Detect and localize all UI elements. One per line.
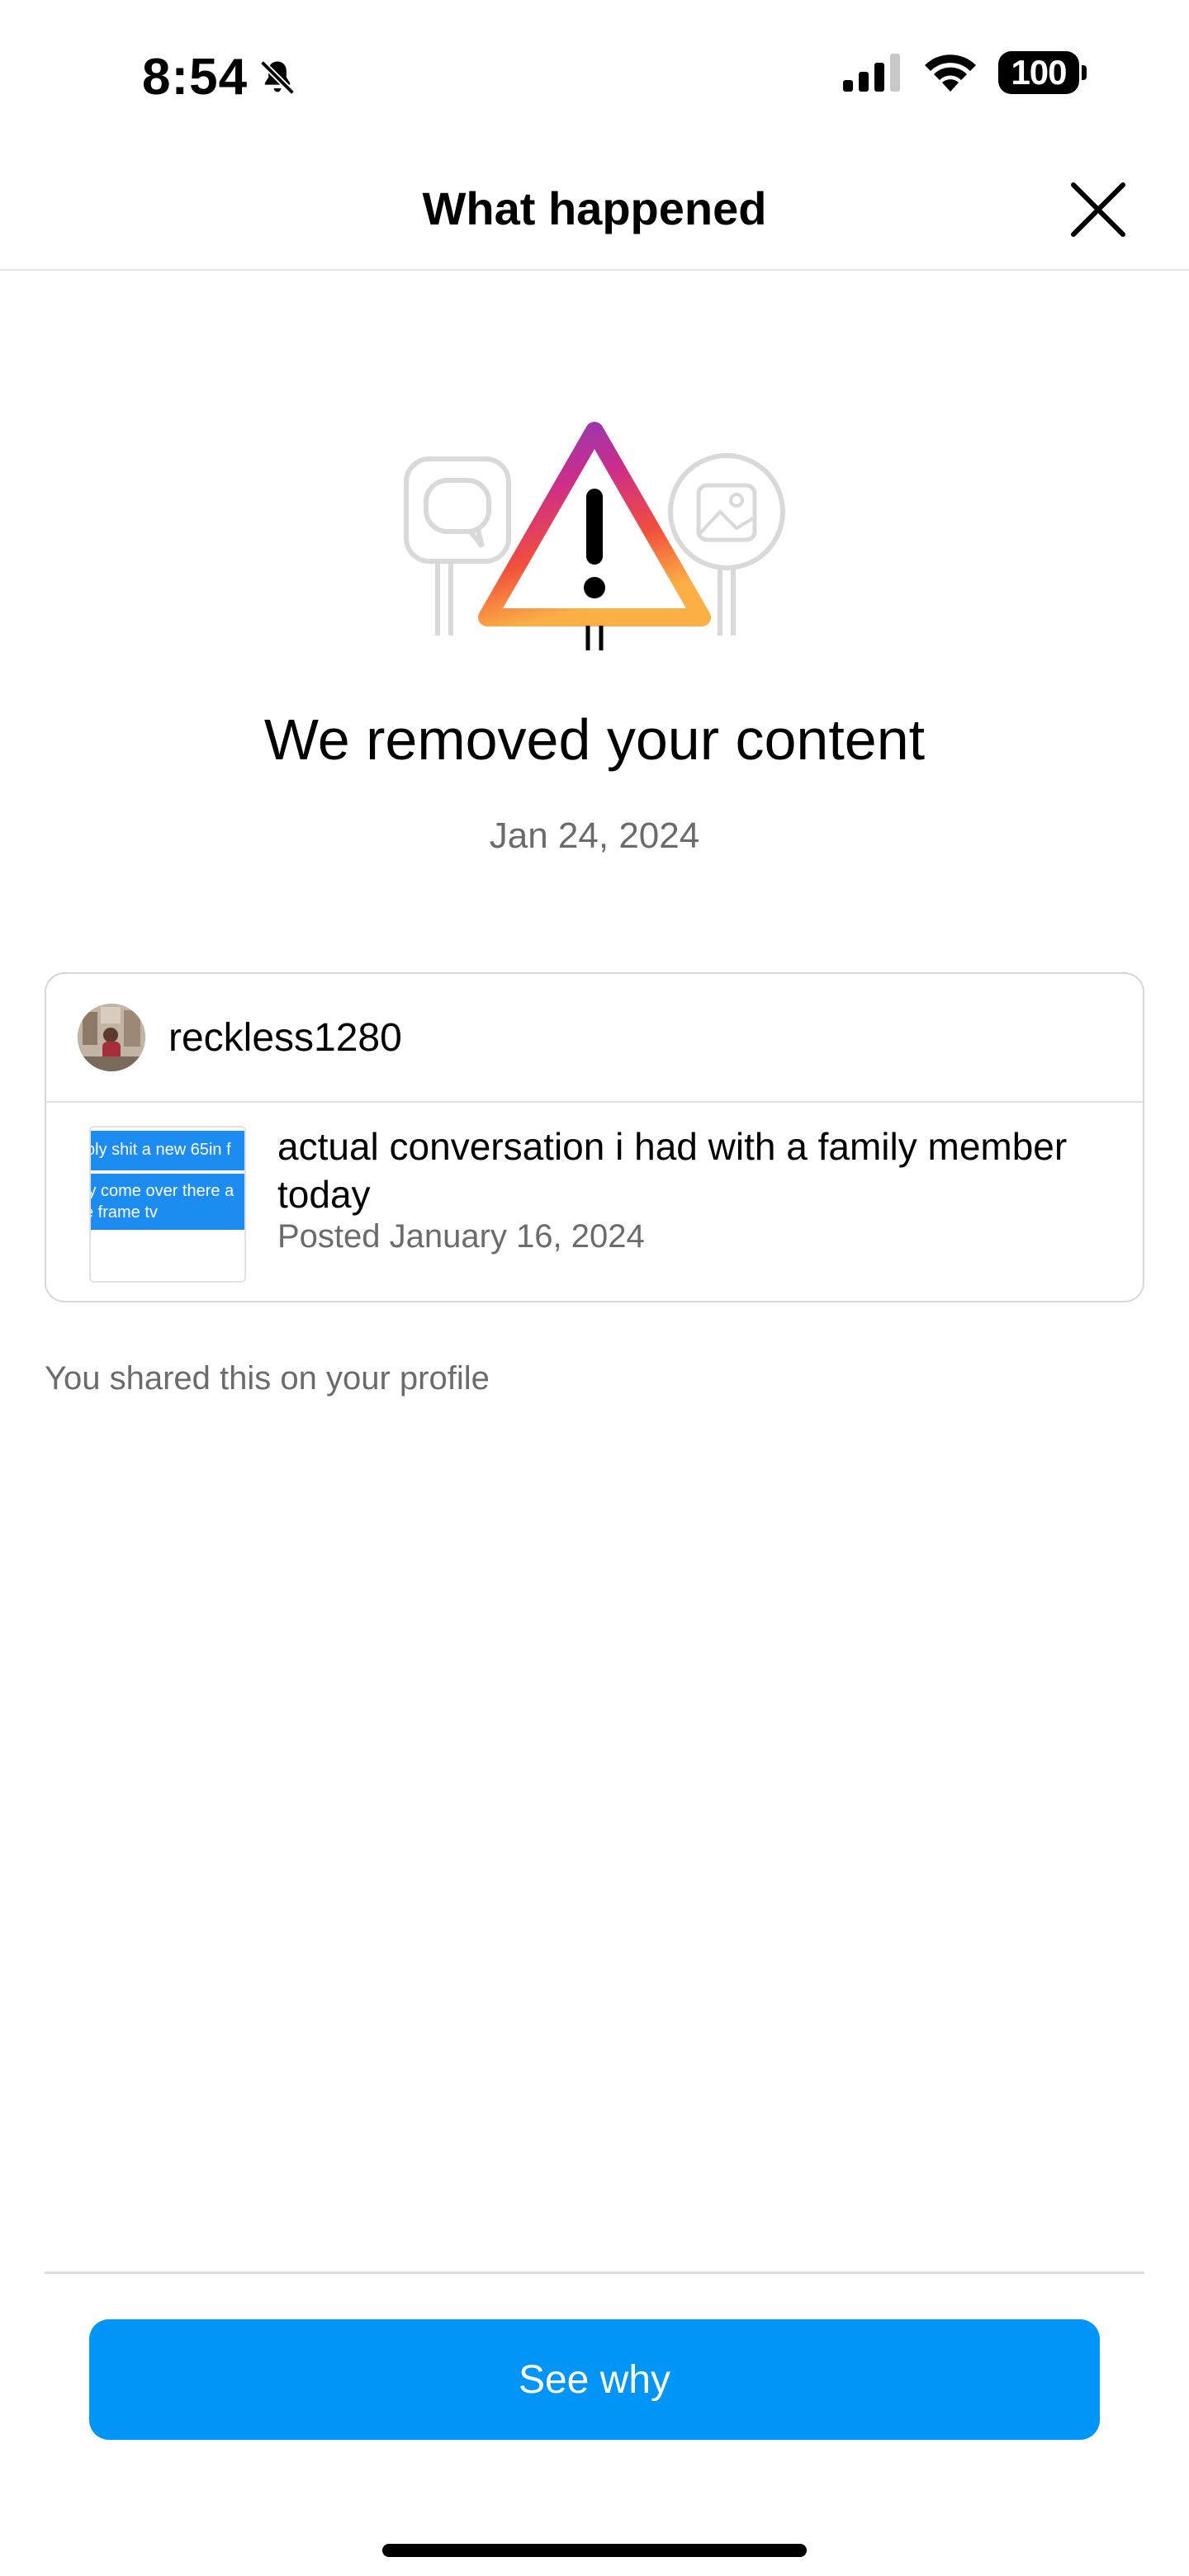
thumbnail-line-2: ly come over there a	[91, 1182, 234, 1200]
removed-content-card: reckless1280 bly shit a new 65in f ly co…	[45, 972, 1144, 1302]
status-bar: 8:54 100	[0, 0, 1189, 157]
cellular-signal-icon	[843, 54, 900, 92]
battery-cap	[1082, 65, 1087, 80]
status-indicators: 100	[841, 51, 1087, 94]
post-thumbnail[interactable]: bly shit a new 65in f ly come over there…	[89, 1126, 246, 1283]
thumbnail-line-3: e frame tv	[91, 1203, 158, 1222]
battery-level: 100	[998, 51, 1079, 94]
warning-triangle-icon	[478, 422, 711, 650]
avatar[interactable]	[78, 1004, 145, 1071]
removal-date: Jan 24, 2024	[489, 815, 700, 856]
status-time: 8:54	[142, 49, 249, 106]
thumbnail-bubble-2: ly come over there a e frame tv	[91, 1174, 244, 1230]
username[interactable]: reckless1280	[168, 1015, 402, 1061]
header: What happened	[0, 157, 1189, 271]
status-time-group: 8:54	[142, 48, 299, 106]
shared-note: You shared this on your profile	[45, 1360, 490, 1397]
avatar-image	[78, 1004, 145, 1071]
page-title: What happened	[422, 182, 767, 234]
card-user-row: reckless1280	[46, 974, 1143, 1103]
card-post-row[interactable]: bly shit a new 65in f ly come over there…	[46, 1103, 1143, 1301]
divider	[45, 2271, 1144, 2274]
bell-slash-icon	[259, 59, 296, 95]
battery-indicator: 100	[998, 51, 1087, 94]
home-indicator	[382, 2544, 807, 2557]
removal-headline: We removed your content	[263, 707, 926, 772]
post-caption: actual conversation i had with a family …	[277, 1125, 1068, 1216]
thumbnail-bubble-1: bly shit a new 65in f	[91, 1131, 244, 1170]
close-icon[interactable]	[1065, 177, 1131, 243]
wifi-icon	[925, 54, 976, 92]
see-why-button[interactable]: See why	[89, 2319, 1100, 2440]
warning-illustration	[404, 422, 785, 650]
post-date: Posted January 16, 2024	[277, 1218, 645, 1255]
